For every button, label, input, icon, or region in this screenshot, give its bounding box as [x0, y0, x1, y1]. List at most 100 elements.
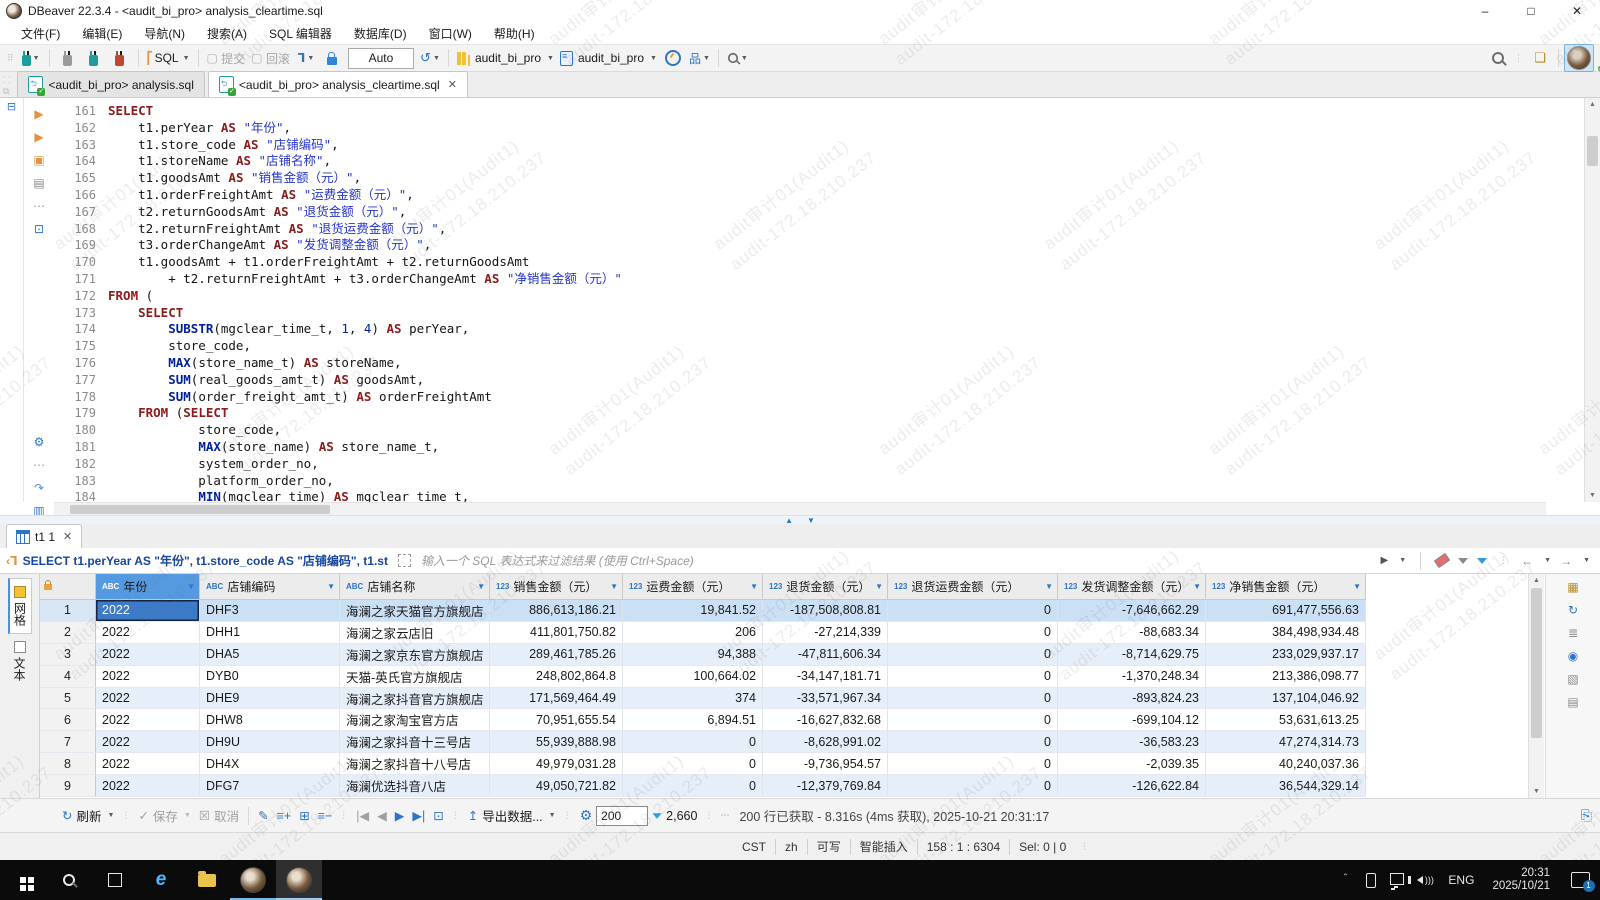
sql-editor-button[interactable]: ⎡SQL▼	[145, 47, 192, 69]
cell-r8-c8[interactable]: 40,240,037.36	[1206, 753, 1366, 775]
column-header-0[interactable]: ABC年份▼	[96, 574, 200, 599]
open-console-icon[interactable]: ↷	[30, 480, 48, 496]
code-line-171[interactable]: 171 + t2.returnFreightAmt + t3.orderChan…	[54, 271, 1546, 288]
cell-r2-c1[interactable]: DHH1	[200, 622, 340, 644]
connect-button[interactable]	[56, 47, 80, 69]
tray-volume-icon[interactable]: )))	[1410, 860, 1440, 900]
cell-r1-c6[interactable]: 0	[888, 600, 1058, 622]
cell-r1-c5[interactable]: -187,508,808.81	[763, 600, 888, 622]
export-data-button[interactable]: ↥导出数据...▼	[468, 806, 556, 825]
prev-row-icon[interactable]: ◀	[377, 808, 387, 823]
clear-filter-icon[interactable]	[1434, 553, 1451, 568]
cell-r6-c1[interactable]: DHW8	[200, 709, 340, 731]
row-number[interactable]: 3	[40, 644, 96, 666]
next-row-icon[interactable]: ▶	[395, 808, 405, 823]
code-line-175[interactable]: 175 store_code,	[54, 338, 1546, 355]
execute-new-tab-icon[interactable]: ▶	[30, 129, 48, 145]
cell-r5-c0[interactable]: 2022	[96, 688, 200, 710]
table-row-4[interactable]: 42022DYB0天猫-英氏官方旗舰店248,802,864.8100,664.…	[40, 666, 1366, 688]
save-button[interactable]: ✓保存▼	[138, 806, 190, 825]
code-line-169[interactable]: 169 t3.orderChangeAmt AS "发货调整金额（元）",	[54, 237, 1546, 254]
cell-r5-c2[interactable]: 海澜之家抖音官方旗舰店	[340, 688, 490, 710]
code-line-179[interactable]: 179 FROM (SELECT	[54, 405, 1546, 422]
cell-r5-c3[interactable]: 171,569,464.49	[490, 688, 623, 710]
tx-mode-combo[interactable]: Auto	[348, 48, 414, 69]
execute-statement-icon[interactable]: ▶	[30, 106, 48, 122]
code-line-165[interactable]: 165 t1.goodsAmt AS "销售金额（元）",	[54, 170, 1546, 187]
code-line-162[interactable]: 162 t1.perYear AS "年份",	[54, 120, 1546, 137]
refresh-button[interactable]: ↻刷新▼	[62, 806, 114, 825]
cell-r7-c8[interactable]: 47,274,314.73	[1206, 731, 1366, 753]
cell-r6-c7[interactable]: -699,104.12	[1058, 709, 1206, 731]
scroll-down-icon[interactable]: ▼	[1585, 489, 1600, 502]
column-sort-caret-icon[interactable]: ▼	[750, 582, 758, 591]
global-search-icon[interactable]	[1486, 47, 1510, 69]
notification-center-icon[interactable]: 1	[1560, 860, 1600, 900]
code-line-173[interactable]: 173 SELECT	[54, 305, 1546, 322]
connection-selector[interactable]: audit_bi_pro▼	[455, 47, 556, 69]
row-number[interactable]: 5	[40, 688, 96, 710]
network-profile-button[interactable]: 品▼	[687, 47, 712, 69]
menu-item-2[interactable]: 导航(N)	[133, 23, 196, 44]
disconnect-button[interactable]	[108, 47, 132, 69]
edit-row-icon[interactable]: ✎	[258, 808, 268, 823]
results-tab-t1[interactable]: t1 1 ✕	[6, 524, 82, 548]
ie-browser-icon[interactable]: e	[138, 860, 184, 900]
new-connection-button[interactable]: +▼	[19, 47, 43, 69]
cell-r4-c4[interactable]: 100,664.02	[623, 666, 763, 688]
cell-r4-c8[interactable]: 213,386,098.77	[1206, 666, 1366, 688]
cell-r7-c1[interactable]: DH9U	[200, 731, 340, 753]
table-row-8[interactable]: 82022DH4X海澜之家抖音十八号店49,979,031.280-9,736,…	[40, 753, 1366, 775]
code-line-172[interactable]: 172FROM (	[54, 288, 1546, 305]
code-line-168[interactable]: 168 t2.returnFreightAmt AS "退货运费金额（元）",	[54, 221, 1546, 238]
cell-r5-c6[interactable]: 0	[888, 688, 1058, 710]
cell-r5-c8[interactable]: 137,104,046.92	[1206, 688, 1366, 710]
cell-r6-c3[interactable]: 70,951,655.54	[490, 709, 623, 731]
reconnect-button[interactable]: ↻	[82, 47, 106, 69]
code-area[interactable]: 161SELECT162 t1.perYear AS "年份",163 t1.s…	[54, 98, 1546, 507]
table-row-9[interactable]: 92022DFG7海澜优选抖音八店49,050,721.820-12,379,7…	[40, 775, 1366, 797]
code-line-180[interactable]: 180 store_code,	[54, 422, 1546, 439]
cell-r9-c7[interactable]: -126,622.84	[1058, 775, 1206, 797]
cell-r3-c6[interactable]: 0	[888, 644, 1058, 666]
cell-r1-c7[interactable]: -7,646,662.29	[1058, 600, 1206, 622]
expand-filter-icon[interactable]	[398, 554, 411, 567]
dashboard-icon[interactable]	[661, 47, 685, 69]
cell-r3-c5[interactable]: -47,811,606.34	[763, 644, 888, 666]
cell-r4-c2[interactable]: 天猫-英氏官方旗舰店	[340, 666, 490, 688]
tray-chevron-icon[interactable]: ＾	[1332, 860, 1358, 900]
cell-r8-c3[interactable]: 49,979,031.28	[490, 753, 623, 775]
code-line-177[interactable]: 177 SUM(real_goods_amt_t) AS goodsAmt,	[54, 372, 1546, 389]
scroll-up-icon[interactable]: ▲	[1585, 98, 1600, 111]
cell-r2-c3[interactable]: 411,801,750.82	[490, 622, 623, 644]
minimize-button[interactable]: –	[1462, 0, 1508, 22]
cell-r6-c4[interactable]: 6,894.51	[623, 709, 763, 731]
panel-value-icon[interactable]: ≣	[1568, 626, 1578, 640]
taskbar-clock[interactable]: 20:312025/10/21	[1492, 867, 1550, 893]
tray-phone-icon[interactable]	[1358, 860, 1384, 900]
open-perspective-icon[interactable]: ❏	[1528, 47, 1552, 69]
tab-analysis-sql[interactable]: <audit_bi_pro> analysis.sql	[17, 71, 204, 97]
maximize-button[interactable]: □	[1508, 0, 1554, 22]
query-log-icon[interactable]: ⊡	[30, 221, 48, 237]
add-row-icon[interactable]: ≡+	[277, 809, 292, 823]
grid-settings-gear-icon[interactable]: ⚙	[580, 807, 593, 824]
task-view-icon[interactable]	[92, 860, 138, 900]
file-explorer-icon[interactable]	[184, 860, 230, 900]
row-number[interactable]: 9	[40, 775, 96, 797]
table-row-7[interactable]: 72022DH9U海澜之家抖音十三号店55,939,888.980-8,628,…	[40, 731, 1366, 753]
first-row-icon[interactable]: |◀	[356, 808, 369, 823]
code-line-170[interactable]: 170 t1.goodsAmt + t1.orderFreightAmt + t…	[54, 254, 1546, 271]
column-header-4[interactable]: 123运费金额（元）▼	[623, 574, 763, 599]
cell-r3-c2[interactable]: 海澜之家京东官方旗舰店	[340, 644, 490, 666]
nav-forward-icon[interactable]: →	[1560, 554, 1572, 568]
cell-r1-c2[interactable]: 海澜之家天猫官方旗舰店	[340, 600, 490, 622]
dbeaver-app-icon-active[interactable]	[276, 860, 322, 900]
menu-item-4[interactable]: SQL 编辑器	[258, 23, 343, 44]
delete-row-icon[interactable]: ≡−	[318, 809, 333, 823]
settings-gear-icon[interactable]: ⚙	[30, 434, 48, 450]
user-avatar[interactable]	[1564, 44, 1594, 72]
cell-r6-c6[interactable]: 0	[888, 709, 1058, 731]
panel-calc-icon[interactable]: ◉	[1568, 649, 1578, 663]
start-button[interactable]	[0, 860, 46, 900]
